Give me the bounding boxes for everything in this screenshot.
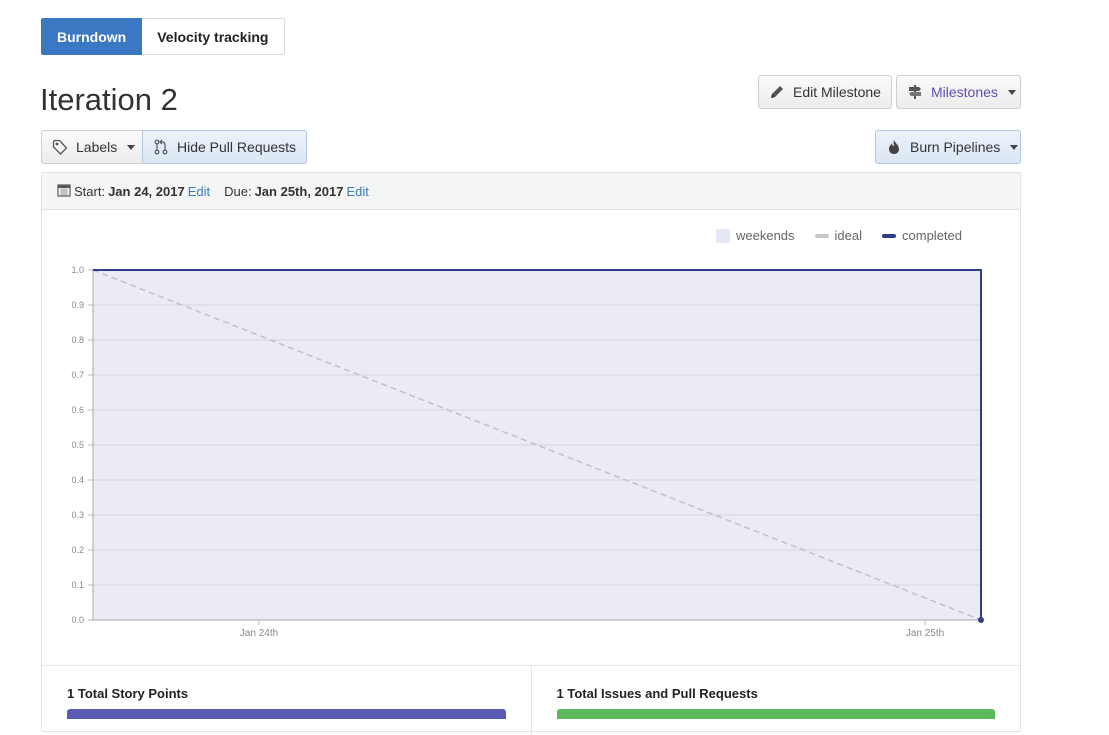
labels-dropdown[interactable]: Labels [41,130,147,164]
chevron-down-icon [127,144,136,150]
fire-icon [886,139,902,155]
y-tick-label: 0.2 [71,545,84,555]
y-tick-label: 0.4 [71,475,84,485]
tab-burndown[interactable]: Burndown [41,18,143,55]
edit-milestone-button[interactable]: Edit Milestone [758,75,892,109]
edit-milestone-label: Edit Milestone [793,84,881,100]
view-tabs: Burndown Velocity tracking [41,18,285,55]
pencil-icon [769,84,785,100]
y-tick-label: 0.5 [71,440,84,450]
y-tick-label: 0.6 [71,405,84,415]
story-points-stat: 1 Total Story Points [42,666,531,735]
x-tick-label: Jan 25th [906,628,944,639]
hide-pull-requests-button[interactable]: Hide Pull Requests [142,130,308,164]
y-tick-label: 0.9 [71,300,84,310]
stats-row: 1 Total Story Points 1 Total Issues and … [42,665,1020,735]
completed-end-point [978,617,984,623]
tab-velocity-tracking[interactable]: Velocity tracking [142,18,285,55]
story-points-label: 1 Total Story Points [67,686,189,701]
y-tick-label: 0.0 [71,615,84,625]
y-tick-label: 0.1 [71,580,84,590]
hide-pull-requests-label: Hide Pull Requests [177,139,297,155]
labels-label: Labels [76,139,118,155]
x-tick-label: Jan 24th [240,628,278,639]
signpost-icon [907,84,923,100]
chevron-down-icon [1010,144,1019,150]
milestones-dropdown[interactable]: Milestones [896,75,1021,109]
story-points-bar [67,709,506,719]
burn-pipelines-label: Burn Pipelines [910,139,1001,155]
issues-label: 1 Total Issues and Pull Requests [556,686,758,701]
tag-icon [52,139,68,155]
pull-request-icon [153,139,169,155]
y-tick-label: 0.8 [71,335,84,345]
y-tick-label: 0.3 [71,510,84,520]
milestones-label: Milestones [931,84,998,100]
y-tick-label: 0.7 [71,370,84,380]
burndown-panel: Start: Jan 24, 2017 Edit Due: Jan 25th, … [41,172,1021,735]
y-tick-label: 1.0 [71,265,84,275]
chevron-down-icon [1007,89,1016,95]
burn-pipelines-dropdown[interactable]: Burn Pipelines [875,130,1021,164]
issues-stat: 1 Total Issues and Pull Requests [530,666,1021,735]
page-title: Iteration 2 [40,82,178,117]
burndown-chart: 0.0 0.1 0.2 0.3 0.4 0.5 0.6 0.7 0.8 0.9 1.0 Jan 24t… [71,265,984,639]
issues-bar [556,709,995,719]
